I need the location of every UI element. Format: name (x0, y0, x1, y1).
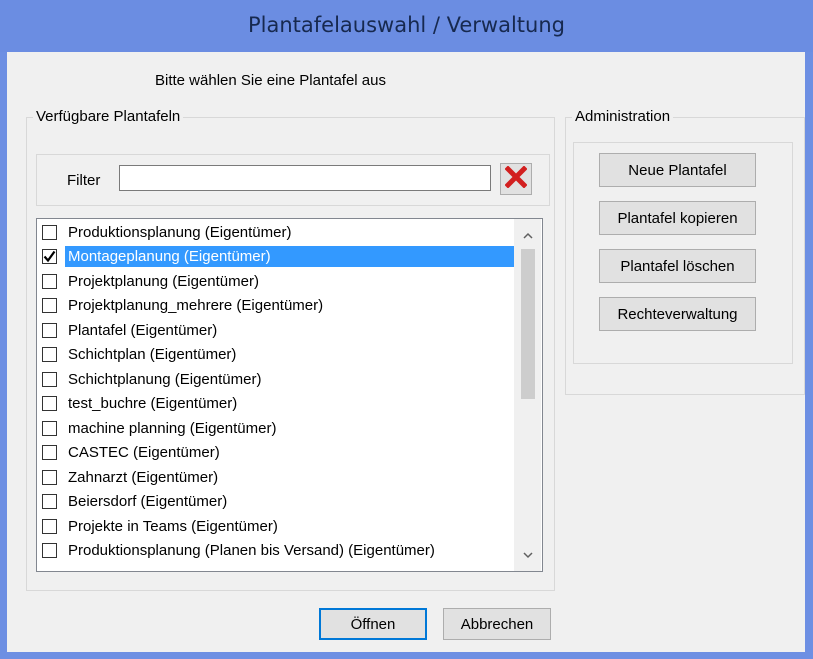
item-checkbox[interactable] (42, 518, 57, 534)
item-checkbox[interactable] (42, 494, 57, 510)
list-item-label: Beiersdorf (Eigentümer) (68, 493, 228, 511)
list-item-label: Schichtplanung (Eigentümer) (68, 370, 262, 388)
delete-board-button[interactable]: Plantafel löschen (599, 249, 756, 283)
list-item-label: Montageplanung (Eigentümer) (65, 246, 514, 268)
administration-legend: Administration (572, 108, 674, 126)
dialog-window: Plantafelauswahl / Verwaltung Bitte wähl… (0, 0, 813, 659)
boards-list[interactable]: Produktionsplanung (Eigentümer) Montagepl… (36, 218, 543, 572)
item-checkbox[interactable] (42, 371, 57, 387)
item-checkbox[interactable] (42, 273, 57, 289)
new-board-button[interactable]: Neue Plantafel (599, 153, 756, 187)
list-item-label: Projekte in Teams (Eigentümer) (68, 517, 278, 535)
list-item[interactable]: Projektplanung (Eigentümer) (37, 269, 514, 294)
list-item-label: Produktionsplanung (Planen bis Versand) … (68, 542, 435, 560)
filter-panel: Filter (36, 154, 550, 206)
list-item-label: Produktionsplanung (Eigentümer) (68, 223, 292, 241)
available-boards-legend: Verfügbare Plantafeln (33, 108, 184, 126)
list-item-label: Projektplanung (Eigentümer) (68, 272, 259, 290)
available-boards-group: Verfügbare Plantafeln Filter Produktions… (26, 108, 555, 591)
filter-label: Filter (67, 172, 101, 189)
list-item-label: CASTEC (Eigentümer) (68, 444, 220, 462)
scroll-thumb[interactable] (521, 249, 535, 399)
list-item-label: test_buchre (Eigentümer) (68, 395, 238, 413)
dialog-client-area: Bitte wählen Sie eine Plantafel aus Verf… (7, 52, 805, 652)
list-item-label: Plantafel (Eigentümer) (68, 321, 218, 339)
list-item[interactable]: Projektplanung_mehrere (Eigentümer) (37, 294, 514, 319)
instruction-text: Bitte wählen Sie eine Plantafel aus (155, 72, 386, 89)
item-checkbox[interactable] (42, 469, 57, 485)
item-checkbox[interactable] (42, 224, 57, 240)
close-icon (504, 165, 528, 192)
list-item[interactable]: Beiersdorf (Eigentümer) (37, 490, 514, 515)
list-item[interactable]: Plantafel (Eigentümer) (37, 318, 514, 343)
list-item-label: Projektplanung_mehrere (Eigentümer) (68, 297, 324, 315)
clear-filter-button[interactable] (500, 163, 532, 195)
item-checkbox[interactable] (42, 543, 57, 559)
item-checkbox[interactable] (42, 347, 57, 363)
list-item[interactable]: machine planning (Eigentümer) (37, 416, 514, 441)
item-checkbox[interactable] (42, 396, 57, 412)
scroll-up-button[interactable] (514, 223, 541, 247)
list-item[interactable]: test_buchre (Eigentümer) (37, 392, 514, 417)
list-item[interactable]: Zahnarzt (Eigentümer) (37, 465, 514, 490)
list-item[interactable]: Montageplanung (Eigentümer) (37, 245, 514, 270)
checkmark-icon (43, 251, 56, 263)
administration-group: Administration Neue Plantafel Plantafel … (565, 108, 805, 395)
administration-panel: Neue Plantafel Plantafel kopieren Planta… (573, 142, 793, 364)
list-item[interactable]: Schichtplan (Eigentümer) (37, 343, 514, 368)
list-item[interactable]: CASTEC (Eigentümer) (37, 441, 514, 466)
list-item[interactable]: Produktionsplanung (Planen bis Versand) … (37, 539, 514, 564)
item-checkbox[interactable] (42, 249, 57, 265)
filter-input[interactable] (119, 165, 491, 191)
chevron-up-icon (522, 228, 533, 242)
rights-management-button[interactable]: Rechteverwaltung (599, 297, 756, 331)
chevron-down-icon (522, 548, 533, 562)
list-item-label: machine planning (Eigentümer) (68, 419, 277, 437)
list-item-label: Zahnarzt (Eigentümer) (68, 468, 219, 486)
list-item-label: Schichtplan (Eigentümer) (68, 346, 237, 364)
list-item[interactable]: Schichtplanung (Eigentümer) (37, 367, 514, 392)
list-scrollbar[interactable] (514, 219, 541, 571)
item-checkbox[interactable] (42, 298, 57, 314)
list-item[interactable]: Projekte in Teams (Eigentümer) (37, 514, 514, 539)
window-title: Plantafelauswahl / Verwaltung (0, 0, 813, 52)
list-item[interactable]: Produktionsplanung (Eigentümer) (37, 220, 514, 245)
cancel-button[interactable]: Abbrechen (443, 608, 551, 640)
copy-board-button[interactable]: Plantafel kopieren (599, 201, 756, 235)
item-checkbox[interactable] (42, 420, 57, 436)
scroll-down-button[interactable] (514, 543, 541, 567)
open-button[interactable]: Öffnen (319, 608, 427, 640)
item-checkbox[interactable] (42, 322, 57, 338)
boards-list-items: Produktionsplanung (Eigentümer) Montagepl… (37, 220, 514, 563)
item-checkbox[interactable] (42, 445, 57, 461)
